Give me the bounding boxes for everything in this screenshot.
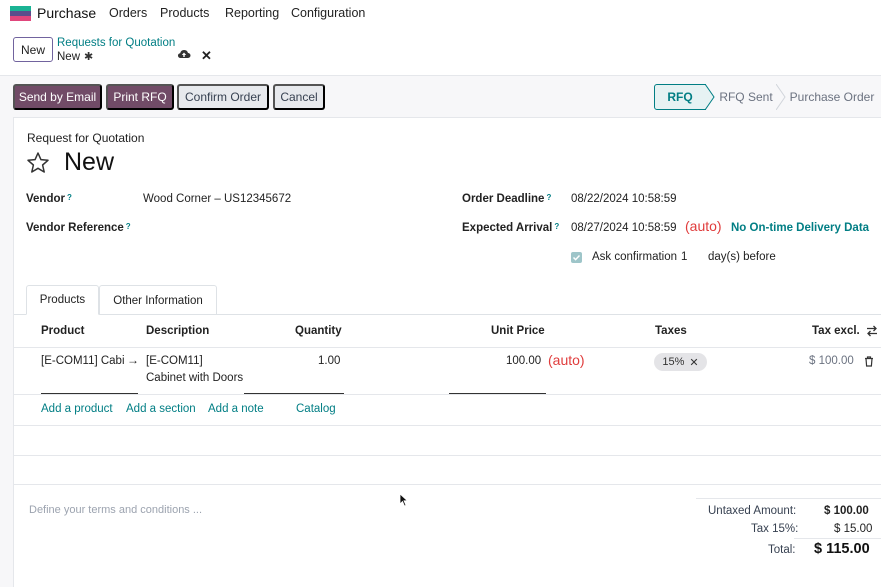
help-icon[interactable]: ? (554, 222, 559, 231)
column-header-quantity[interactable]: Quantity (295, 325, 342, 337)
trash-icon[interactable] (864, 356, 874, 367)
breadcrumb-parent[interactable]: Requests for Quotation (57, 37, 175, 49)
help-icon[interactable]: ? (126, 222, 131, 231)
vendor-label-text: Vendor (26, 193, 65, 205)
menu-products[interactable]: Products (160, 6, 209, 20)
table-row[interactable]: [E-COM11] Cabi → [E-COM11] Cabinet with … (14, 348, 881, 394)
form-subtitle: Request for Quotation (27, 131, 145, 145)
purchase-app-icon[interactable] (10, 6, 31, 21)
stage-arrow-icon (776, 84, 786, 110)
order-deadline-label-text: Order Deadline (462, 193, 545, 205)
breadcrumb-current: New (57, 51, 81, 63)
stage-rfq-sent[interactable]: RFQ Sent (716, 84, 776, 110)
control-panel: New Requests for Quotation New ✱ ✕ (0, 28, 881, 76)
ask-confirmation-checkbox[interactable] (571, 252, 582, 263)
auto-annotation: (auto) (685, 218, 722, 234)
record-title: New (64, 148, 115, 176)
tab-products[interactable]: Products (26, 285, 99, 315)
discard-icon[interactable]: ✕ (201, 48, 212, 64)
vendor-reference-label: Vendor Reference? (26, 222, 131, 234)
expected-arrival-label-text: Expected Arrival (462, 222, 553, 234)
vendor-reference-input[interactable] (143, 218, 403, 238)
description-line-2[interactable]: Cabinet with Doors (146, 372, 243, 384)
on-time-delivery-link[interactable]: No On-time Delivery Data (731, 222, 869, 234)
send-by-email-button[interactable]: Send by Email (13, 84, 102, 110)
help-icon[interactable]: ? (67, 193, 72, 202)
add-section-link[interactable]: Add a section (126, 403, 196, 415)
app-name[interactable]: Purchase (37, 5, 96, 21)
tabs-divider (14, 314, 881, 315)
subtotal-value: $ 100.00 (809, 355, 854, 367)
column-header-tax-excl[interactable]: Tax excl. (812, 325, 860, 337)
tax-value: $ 15.00 (834, 523, 873, 535)
vendor-reference-label-text: Vendor Reference (26, 222, 124, 234)
row-divider (14, 455, 881, 456)
add-note-link[interactable]: Add a note (208, 403, 264, 415)
expected-arrival-field[interactable]: 08/27/2024 10:58:59 (571, 222, 677, 234)
stage-purchase-order-label: Purchase Order (789, 90, 875, 104)
unit-price-field[interactable]: 100.00 (506, 355, 541, 367)
days-before-label: day(s) before (708, 251, 776, 263)
top-navbar: Purchase Orders Products Reporting Confi… (0, 0, 881, 28)
row-divider (14, 484, 881, 485)
vendor-label: Vendor? (26, 193, 72, 205)
stage-arrow-icon (705, 84, 715, 110)
tax-label: Tax 15%: (751, 523, 799, 535)
menu-configuration[interactable]: Configuration (291, 6, 365, 20)
tab-products-label: Products (39, 294, 86, 306)
totals-divider (696, 498, 881, 499)
stage-purchase-order[interactable]: Purchase Order (787, 84, 877, 110)
column-header-product[interactable]: Product (41, 325, 84, 337)
tab-other-information-label: Other Information (113, 294, 203, 307)
tax-tag[interactable]: 15% ✕ (654, 353, 707, 371)
row-divider (14, 425, 881, 426)
column-header-taxes[interactable]: Taxes (655, 325, 687, 337)
help-icon[interactable]: ? (546, 193, 551, 202)
terms-and-conditions-input[interactable]: Define your terms and conditions ... (29, 504, 202, 516)
tab-other-information[interactable]: Other Information (99, 285, 217, 315)
stage-rfq-sent-label: RFQ Sent (719, 90, 773, 104)
description-line-1[interactable]: [E-COM11] (146, 355, 203, 367)
column-header-description[interactable]: Description (146, 325, 209, 337)
total-value: $ 115.00 (814, 541, 870, 557)
remove-tag-icon[interactable]: ✕ (689, 356, 698, 369)
optional-columns-icon[interactable] (866, 325, 878, 337)
auto-annotation: (auto) (548, 352, 585, 368)
expected-arrival-label: Expected Arrival? (462, 222, 559, 234)
confirm-order-button[interactable]: Confirm Order (177, 84, 269, 110)
product-field[interactable]: [E-COM11] Cabi (41, 355, 125, 367)
untaxed-amount-label: Untaxed Amount: (708, 505, 797, 517)
arrow-right-icon[interactable]: → (127, 353, 139, 367)
row-divider (14, 394, 881, 395)
vendor-field[interactable]: Wood Corner – US12345672 (143, 193, 291, 205)
ask-confirmation-days-input[interactable]: 1 (681, 251, 687, 263)
untaxed-amount-value: $ 100.00 (824, 505, 869, 517)
new-button[interactable]: New (13, 37, 53, 62)
print-rfq-button[interactable]: Print RFQ (106, 84, 174, 110)
total-label: Total: (768, 544, 796, 556)
quantity-field[interactable]: 1.00 (318, 355, 340, 367)
ask-confirmation-label: Ask confirmation (592, 251, 678, 263)
order-deadline-field[interactable]: 08/22/2024 10:58:59 (571, 193, 677, 205)
add-product-link[interactable]: Add a product (41, 403, 113, 415)
menu-orders[interactable]: Orders (109, 6, 147, 20)
catalog-link[interactable]: Catalog (296, 403, 336, 415)
check-icon (572, 254, 581, 261)
cancel-button[interactable]: Cancel (273, 84, 325, 110)
star-icon[interactable] (26, 151, 50, 175)
column-header-unit-price[interactable]: Unit Price (491, 325, 545, 337)
tax-tag-label: 15% (662, 356, 685, 368)
form-sheet: Request for Quotation New Vendor? Wood C… (13, 117, 881, 587)
mouse-cursor-icon (399, 493, 409, 507)
menu-reporting[interactable]: Reporting (225, 6, 279, 20)
stage-rfq[interactable]: RFQ (654, 84, 706, 110)
stage-rfq-label: RFQ (667, 90, 693, 104)
totals-divider (794, 538, 881, 539)
cloud-save-icon[interactable] (177, 49, 191, 59)
gear-icon[interactable]: ✱ (84, 50, 93, 63)
order-deadline-label: Order Deadline? (462, 193, 551, 205)
form-statusbar: Send by Email Print RFQ Confirm Order Ca… (0, 77, 881, 115)
